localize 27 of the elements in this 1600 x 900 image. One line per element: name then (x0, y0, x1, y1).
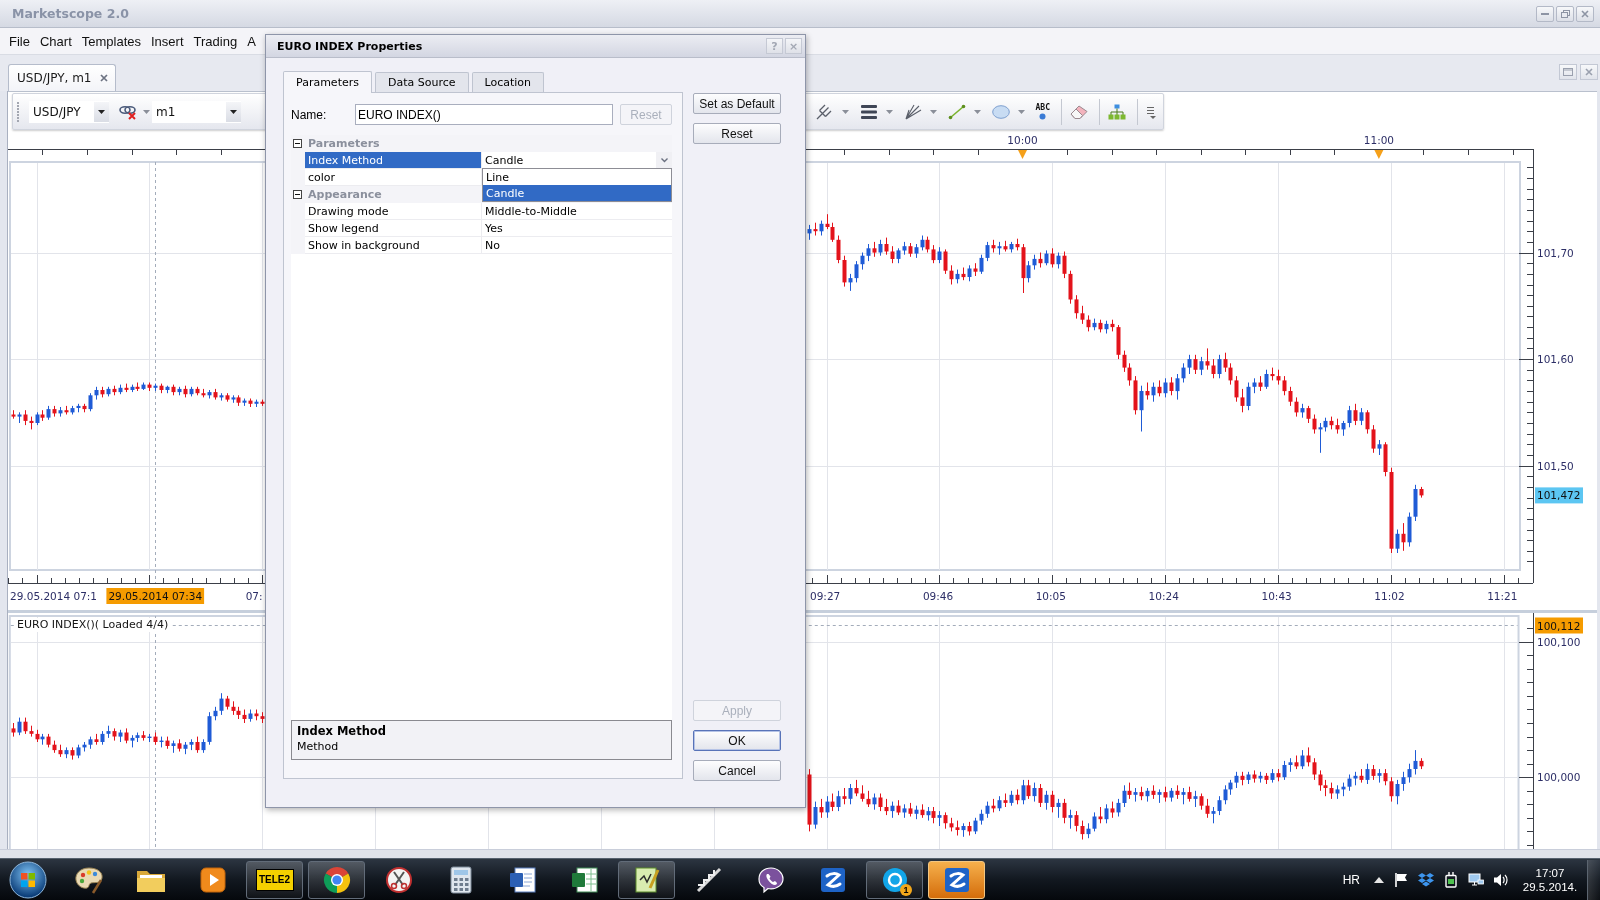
axis-label: 100,100 (1537, 635, 1581, 648)
crosshair-time-label: 29.05.2014 07:34 (106, 588, 205, 604)
description-text: Method (297, 740, 339, 753)
price-label: 101,472 (1535, 487, 1583, 504)
dialog-title: EURO INDEX Properties (277, 39, 423, 53)
group-header: Parameters (308, 137, 380, 150)
field-label: Name: (291, 107, 328, 122)
time-label: 10:00 (1007, 134, 1038, 146)
axis-label: 07: (245, 590, 263, 602)
axis-label: 10:43 (1261, 590, 1292, 602)
app-title: Marketscope 2.0 (12, 6, 129, 21)
group-header: Appearance (308, 188, 382, 201)
chart-legend: EURO INDEX()( Loaded 4/4) (17, 618, 169, 631)
axis-label: 09:27 (810, 590, 841, 602)
axis-label: 29.05.2014 07:1 (10, 590, 98, 602)
description-title: Index Method (297, 724, 386, 738)
axis-label: 10:05 (1035, 590, 1066, 602)
time-label: 11:00 (1363, 134, 1395, 146)
axis-label: 101,70 (1537, 246, 1574, 259)
crosshair-value-label: 100,112 (1535, 617, 1583, 634)
axis-label: 101,50 (1537, 459, 1574, 472)
axis-label: 101,60 (1537, 353, 1574, 366)
axis-label: 11:02 (1374, 590, 1405, 602)
axis-label: 09:46 (922, 590, 954, 602)
axis-label: 100,000 (1537, 771, 1581, 784)
axis-label: 11:21 (1487, 590, 1518, 602)
axis-label: 10:24 (1148, 590, 1179, 602)
